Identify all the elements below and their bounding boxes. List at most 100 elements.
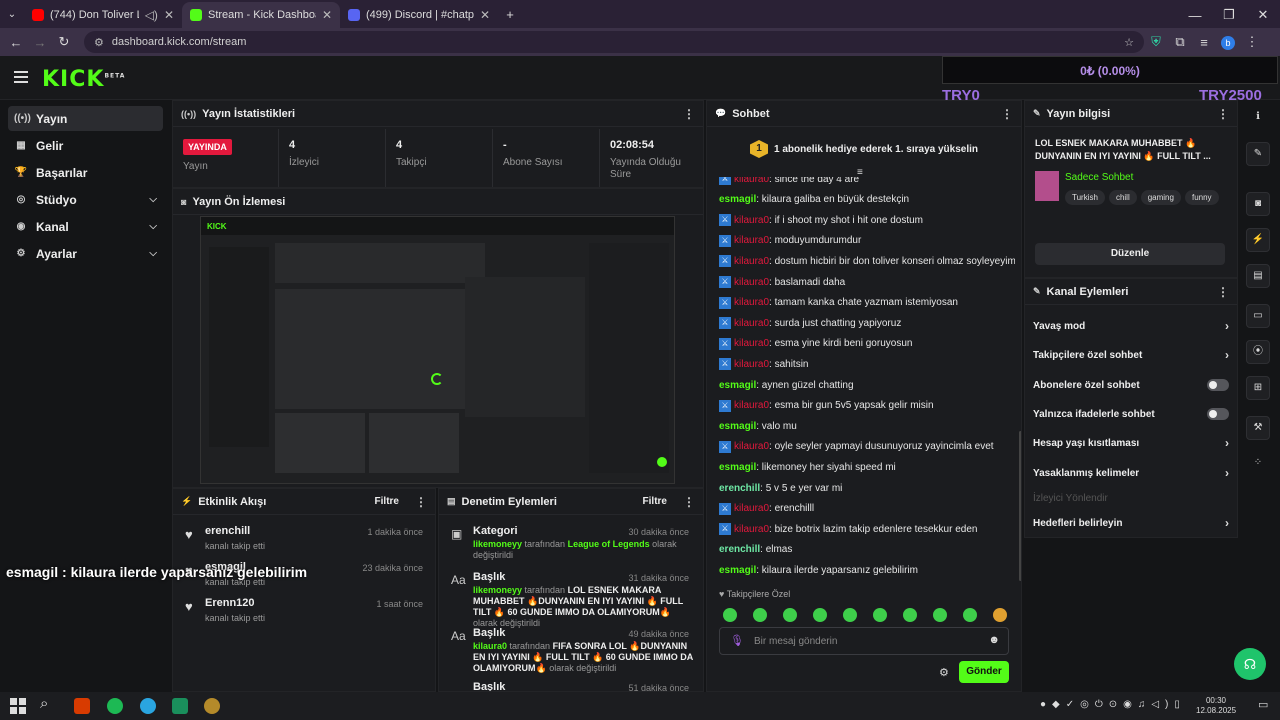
- scrollbar[interactable]: [1019, 431, 1021, 581]
- reload-icon[interactable]: ↻: [52, 34, 76, 50]
- url-input[interactable]: ⚙ dashboard.kick.com/stream ☆: [84, 31, 1144, 53]
- wrench-icon[interactable]: ⚒: [1246, 416, 1270, 440]
- extensions-icon[interactable]: ⧉: [1168, 34, 1192, 50]
- more-options-icon[interactable]: ⋮: [683, 495, 695, 509]
- league-icon[interactable]: [204, 698, 220, 714]
- media-queue-icon[interactable]: ≡: [1192, 35, 1216, 50]
- close-window-icon[interactable]: ✕: [1246, 7, 1280, 23]
- emote-icon[interactable]: [813, 608, 827, 622]
- action-banned-words[interactable]: Yasaklanmış kelimeler ›: [1033, 463, 1229, 483]
- spotify-icon[interactable]: [107, 698, 123, 714]
- filter-button[interactable]: Filtre: [643, 496, 667, 507]
- more-options-icon[interactable]: ⋮: [415, 495, 427, 509]
- category-name[interactable]: Sadece Sohbet: [1065, 172, 1133, 183]
- kick-logo[interactable]: KICKBETA: [42, 67, 125, 92]
- chat-username[interactable]: kilaura0: [734, 318, 769, 329]
- emote-icon[interactable]: [783, 608, 797, 622]
- windows-start-icon[interactable]: [10, 698, 26, 714]
- sidebar-item-kanal[interactable]: ◉ Kanal ⌵: [8, 214, 163, 239]
- close-icon[interactable]: ✕: [480, 8, 490, 22]
- chat-username[interactable]: kilaura0: [734, 524, 769, 535]
- emote-icon[interactable]: [903, 608, 917, 622]
- lightning-icon[interactable]: ⚡: [1246, 228, 1270, 252]
- chat-username[interactable]: esmagil: [719, 380, 756, 391]
- chat-username[interactable]: kilaura0: [734, 215, 769, 226]
- sidebar-item-yayin[interactable]: ((•)) Yayın: [8, 106, 163, 131]
- site-info-icon[interactable]: ⚙: [94, 36, 104, 49]
- emote-icon[interactable]: [993, 608, 1007, 622]
- chat-username[interactable]: esmagil: [719, 421, 756, 432]
- search-icon[interactable]: ⌕: [40, 695, 48, 712]
- tab-kick-dashboard[interactable]: Stream - Kick Dashboard ✕: [182, 2, 340, 28]
- chat-username[interactable]: kilaura0: [734, 235, 769, 246]
- sidebar-item-gelir[interactable]: ▦ Gelir: [8, 133, 163, 158]
- chat-username[interactable]: kilaura0: [734, 503, 769, 514]
- edit-icon[interactable]: ✎: [1246, 142, 1270, 166]
- new-tab-button[interactable]: +: [498, 2, 522, 28]
- info-icon[interactable]: ℹ: [1246, 106, 1270, 130]
- action-account-age[interactable]: Hesap yaşı kısıtlaması ›: [1033, 433, 1229, 453]
- broadcast-icon[interactable]: ⦿: [1246, 340, 1270, 364]
- sidebar-item-studyo[interactable]: ◎ Stüdyo ⌵: [8, 187, 163, 212]
- office-icon[interactable]: [74, 698, 90, 714]
- profile-avatar[interactable]: b: [1216, 34, 1240, 50]
- chat-input[interactable]: 🎙 Bir mesaj gönderin ☻: [719, 627, 1009, 655]
- stream-preview-video[interactable]: KICK: [200, 216, 675, 484]
- more-options-icon[interactable]: ⋮: [1217, 285, 1229, 299]
- apps-icon[interactable]: ⁘: [1246, 452, 1270, 476]
- list-icon[interactable]: ▤: [1246, 264, 1270, 288]
- chat-username[interactable]: erenchill: [719, 544, 760, 555]
- edit-button[interactable]: Düzenle: [1035, 243, 1225, 265]
- chat-username[interactable]: kilaura0: [734, 256, 769, 267]
- extension-shield-icon[interactable]: ⛨: [1144, 34, 1168, 50]
- toggle-switch[interactable]: [1207, 379, 1229, 391]
- microphone-icon[interactable]: 🎙: [730, 634, 744, 647]
- close-icon[interactable]: ✕: [322, 8, 332, 22]
- chat-username[interactable]: kilaura0: [734, 277, 769, 288]
- tab-youtube[interactable]: (744) Don Toliver LIVE @ H ◁) ✕: [24, 2, 182, 28]
- send-button[interactable]: Gönder: [959, 661, 1009, 683]
- browser-menu-icon[interactable]: ⋮: [1240, 34, 1264, 50]
- clock[interactable]: 00:30 12.08.2025: [1196, 696, 1236, 716]
- more-options-icon[interactable]: ⋮: [1001, 107, 1013, 121]
- action-subscribers-only[interactable]: Abonelere özel sohbet: [1033, 375, 1229, 395]
- hamburger-menu-icon[interactable]: [14, 68, 28, 86]
- more-options-icon[interactable]: ⋮: [683, 107, 695, 121]
- emote-icon[interactable]: [933, 608, 947, 622]
- speaker-icon[interactable]: ◁): [145, 8, 158, 22]
- action-slow-mode[interactable]: Yavaş mod ›: [1033, 316, 1229, 336]
- chrome-icon[interactable]: [140, 698, 156, 714]
- chat-username[interactable]: kilaura0: [734, 359, 769, 370]
- chat-username[interactable]: esmagil: [719, 194, 756, 205]
- support-chat-icon[interactable]: ☊: [1234, 648, 1266, 680]
- chat-username[interactable]: esmagil: [719, 565, 756, 576]
- emoji-icon[interactable]: ☻: [988, 634, 1000, 646]
- action-goals[interactable]: Hedefleri belirleyin ›: [1033, 513, 1229, 533]
- close-icon[interactable]: ✕: [164, 8, 174, 22]
- chat-bubble-icon[interactable]: ▭: [1246, 304, 1270, 328]
- camera-icon[interactable]: ◙: [1246, 192, 1270, 216]
- action-emotes-only[interactable]: Yalnızca ifadelerle sohbet: [1033, 404, 1229, 424]
- pinned-gift-banner[interactable]: 1 1 abonelik hediye ederek 1. sıraya yük…: [707, 129, 1021, 169]
- chat-settings-gear-icon[interactable]: ⚙: [939, 666, 949, 679]
- emote-icon[interactable]: [873, 608, 887, 622]
- emote-icon[interactable]: [753, 608, 767, 622]
- chat-username[interactable]: erenchill: [719, 483, 760, 494]
- sidebar-item-ayarlar[interactable]: ⚙ Ayarlar ⌵: [8, 241, 163, 266]
- tab-search-icon[interactable]: ⌄: [0, 2, 24, 28]
- toggle-switch[interactable]: [1207, 408, 1229, 420]
- chat-username[interactable]: kilaura0: [734, 177, 769, 185]
- notifications-icon[interactable]: ▭: [1258, 698, 1268, 711]
- chat-username[interactable]: esmagil: [719, 462, 756, 473]
- emote-icon[interactable]: [843, 608, 857, 622]
- sidebar-item-basarilar[interactable]: 🏆 Başarılar: [8, 160, 163, 185]
- filter-button[interactable]: Filtre: [375, 496, 399, 507]
- forward-icon[interactable]: →: [28, 35, 52, 50]
- bookmark-star-icon[interactable]: ☆: [1124, 36, 1134, 49]
- chat-username[interactable]: kilaura0: [734, 400, 769, 411]
- back-icon[interactable]: ←: [4, 35, 28, 50]
- tab-discord[interactable]: (499) Discord | #chatplansk ✕: [340, 2, 498, 28]
- more-options-icon[interactable]: ⋮: [1217, 107, 1229, 121]
- action-followers-only[interactable]: Takipçilere özel sohbet ›: [1033, 345, 1229, 365]
- chat-username[interactable]: kilaura0: [734, 338, 769, 349]
